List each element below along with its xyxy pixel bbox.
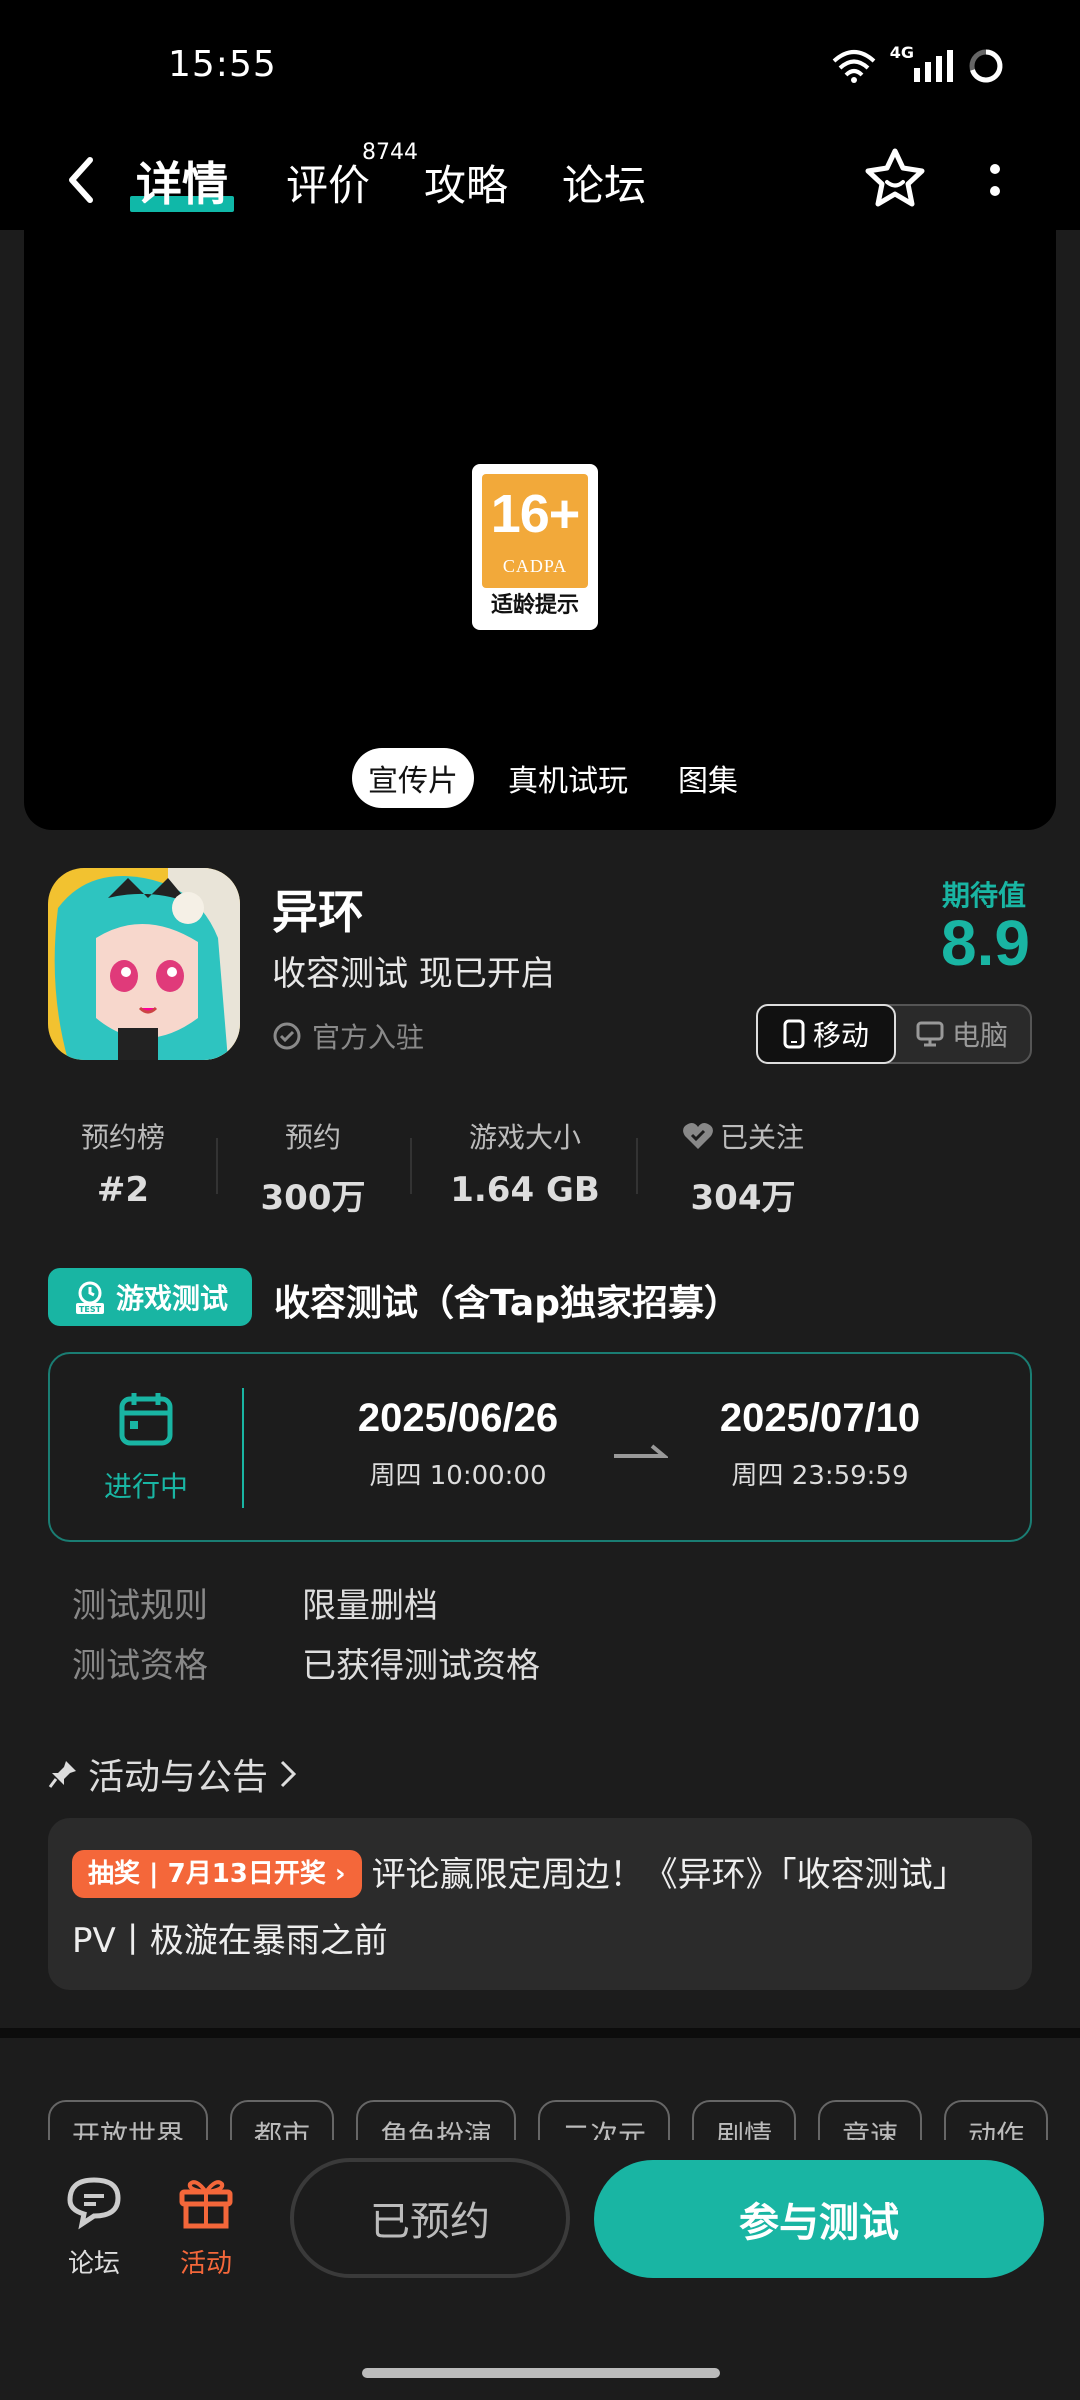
end-date: 2025/07/10 周四 23:59:59 [719, 1396, 921, 1491]
more-dot [990, 164, 1000, 174]
genre-tags: 开放世界 都市 角色扮演 二次元 剧情 竞速 动作 [48, 2100, 1080, 2140]
stat-size: 游戏大小 1.64 GB [430, 1116, 620, 1210]
stat-value: 304万 [690, 1178, 796, 1218]
age-rating-badge: 16+ CADPA 适龄提示 [472, 464, 598, 630]
status-icons: 4G [832, 43, 1004, 84]
platform-toggle: 移动 电脑 [756, 1004, 1032, 1064]
forum-button[interactable]: 论坛 [44, 2174, 144, 2280]
stat-followers[interactable]: 已关注 304万 [660, 1116, 826, 1219]
battery-ring-icon [969, 49, 1003, 83]
star-smile-icon [865, 148, 925, 207]
section-divider [0, 2028, 1080, 2038]
divider [410, 1138, 412, 1194]
game-test-tag: TEST 游戏测试 [48, 1268, 252, 1326]
media-tab-gameplay[interactable]: 真机试玩 [492, 748, 644, 808]
genre-tag[interactable]: 角色扮演 [356, 2100, 517, 2140]
stat-label: 预约 [284, 1121, 341, 1154]
stat-label: 游戏大小 [468, 1121, 581, 1154]
genre-tag[interactable]: 动作 [944, 2100, 1049, 2140]
stat-value: 300万 [260, 1178, 366, 1218]
home-indicator[interactable] [362, 2368, 720, 2378]
tab-details[interactable]: 详情 [136, 148, 228, 214]
back-button[interactable] [56, 150, 106, 210]
top-nav: 详情 评价 8744 攻略 论坛 [0, 130, 1080, 230]
chevron-right-icon [280, 1760, 297, 1788]
genre-tag[interactable]: 都市 [230, 2100, 335, 2140]
more-options-button[interactable] [980, 150, 1010, 210]
genre-tag[interactable]: 二次元 [538, 2100, 671, 2140]
stat-rank[interactable]: 预约榜 #2 [50, 1116, 196, 1210]
monitor-icon [916, 1021, 944, 1047]
age-rating: 16+ [490, 484, 581, 544]
svg-text:TEST: TEST [79, 1305, 102, 1314]
calendar-icon [119, 1393, 173, 1446]
network-type: 4G [889, 42, 914, 62]
announcement-card[interactable]: 抽奖 | 7月13日开奖 › 评论赢限定周边！《异环》「收容测试」PV丨极漩在暴雨… [48, 1818, 1032, 1990]
genre-tag[interactable]: 竞速 [818, 2100, 923, 2140]
signal-icon [914, 50, 953, 82]
stat-label: 已关注 [660, 1116, 826, 1156]
divider [216, 1138, 218, 1194]
game-subtitle: 收容测试 现已开启 [272, 954, 555, 994]
status-bar: 15:55 4G [0, 0, 1080, 130]
tab-forum[interactable]: 论坛 [562, 152, 646, 213]
hero-media[interactable]: 16+ CADPA 适龄提示 宣传片 真机试玩 图集 [24, 230, 1056, 830]
media-tab-trailer[interactable]: 宣传片 [352, 748, 474, 808]
media-tab-gallery[interactable]: 图集 [662, 748, 754, 808]
game-name: 异环 [272, 885, 364, 939]
lottery-pill[interactable]: 抽奖 | 7月13日开奖 › [72, 1850, 362, 1898]
wifi-icon [832, 50, 876, 83]
official-label: 官方入驻 [312, 1021, 425, 1054]
phone-icon [783, 1019, 805, 1049]
test-status-label: 进行中 [103, 1470, 188, 1503]
favorite-button[interactable] [862, 146, 928, 212]
chevron-left-icon [69, 157, 93, 203]
stat-reservations: 预约 300万 [240, 1116, 386, 1219]
age-rating-label: 适龄提示 [490, 593, 579, 618]
more-dot [990, 186, 1000, 196]
test-rule-row: 测试规则 限量删档 [72, 1586, 438, 1626]
genre-tag[interactable]: 开放世界 [48, 2100, 209, 2140]
test-schedule-card: 进行中 2025/06/26 周四 10:00:00 2025/07/10 周四… [48, 1352, 1032, 1542]
test-clock-icon: TEST [75, 1281, 104, 1314]
tab-reviews[interactable]: 评价 [286, 152, 370, 213]
divider [242, 1388, 244, 1508]
test-qualification-row: 测试资格 已获得测试资格 [72, 1646, 540, 1686]
status-time: 15:55 [168, 44, 277, 85]
test-status: 进行中 [50, 1354, 242, 1540]
media-tabs: 宣传片 真机试玩 图集 [352, 748, 754, 808]
genre-tag[interactable]: 剧情 [692, 2100, 797, 2140]
stat-value: 1.64 GB [450, 1170, 600, 1210]
tab-guides[interactable]: 攻略 [424, 152, 508, 213]
stat-value: #2 [96, 1170, 150, 1210]
stats-row: 预约榜 #2 预约 300万 游戏大小 1.64 GB 已关注 304万 [0, 1116, 1080, 1219]
age-rating-org: CADPA [502, 556, 568, 576]
start-date: 2025/06/26 周四 10:00:00 [357, 1396, 559, 1491]
test-title: 收容测试（含Tap独家招募） [274, 1283, 740, 1324]
arrow-right-icon [614, 1444, 668, 1458]
reserved-button[interactable]: 已预约 [290, 2158, 570, 2278]
game-icon [48, 868, 240, 1060]
join-test-button[interactable]: 参与测试 [594, 2160, 1044, 2278]
platform-pc[interactable]: 电脑 [894, 1006, 1030, 1062]
divider [636, 1138, 638, 1194]
stat-label: 预约榜 [80, 1121, 165, 1154]
expectation-score: 8.9 [941, 907, 1030, 979]
announcements-header[interactable]: 活动与公告 [48, 1748, 298, 1800]
activity-button[interactable]: 活动 [156, 2174, 256, 2280]
official-badge: 官方入驻 [272, 1016, 424, 1056]
check-circle-icon [273, 1022, 301, 1050]
reviews-count-badge: 8744 [362, 140, 418, 165]
pin-icon [48, 1761, 76, 1788]
bottom-action-bar: 论坛 活动 已预约 参与测试 [0, 2140, 1080, 2400]
platform-mobile[interactable]: 移动 [756, 1004, 896, 1064]
gift-icon [179, 2180, 233, 2229]
chat-icon [67, 2177, 121, 2230]
heart-check-icon [683, 1123, 713, 1149]
